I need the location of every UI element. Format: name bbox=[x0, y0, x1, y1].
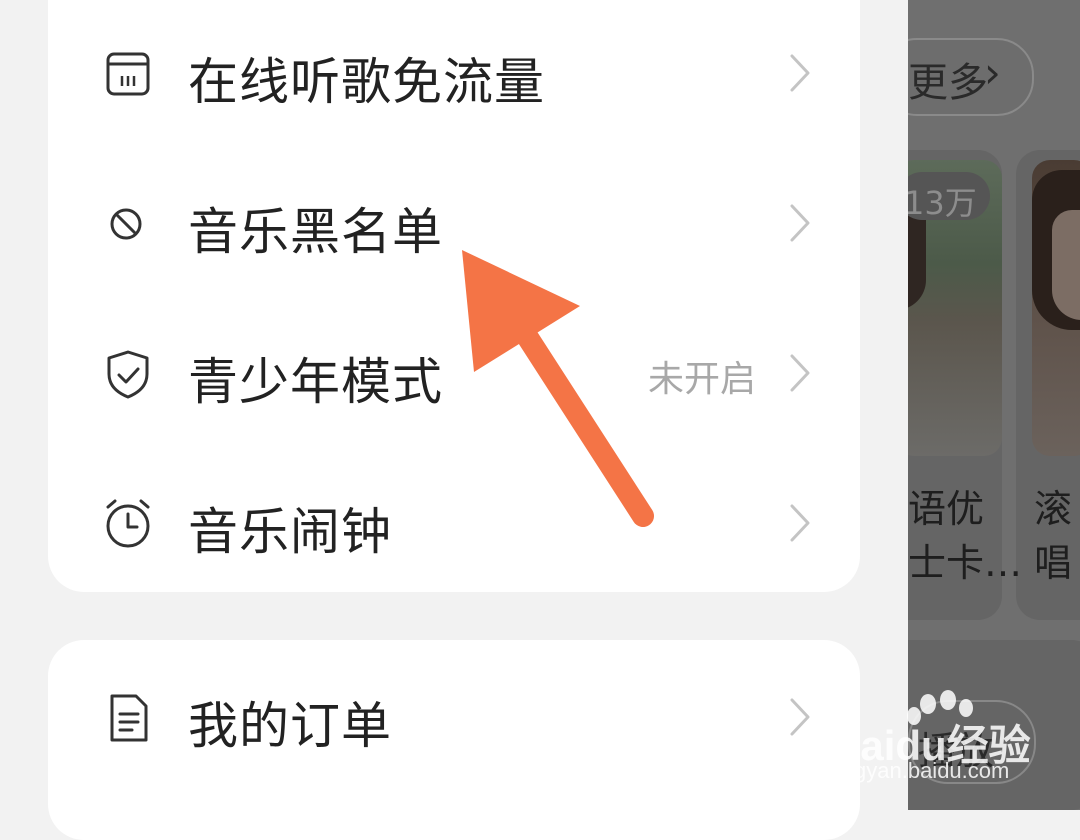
play-count: 13万 bbox=[904, 184, 977, 222]
menu-item-teen-mode[interactable]: 青少年模式 未开启 bbox=[48, 300, 860, 450]
cover-detail bbox=[1052, 210, 1080, 320]
menu-item-label: 音乐黑名单 bbox=[188, 203, 443, 261]
chevron-right-icon bbox=[790, 354, 810, 392]
chevron-right-icon bbox=[790, 204, 810, 242]
chevron-right-icon bbox=[790, 698, 810, 736]
menu-item-blacklist[interactable]: 音乐黑名单 bbox=[48, 150, 860, 300]
menu-item-free-data[interactable]: 在线听歌免流量 bbox=[48, 0, 860, 150]
menu-item-label: 我的订单 bbox=[188, 697, 392, 755]
playlist-title: 语优 bbox=[908, 487, 985, 531]
chevron-right-icon: › bbox=[984, 48, 1001, 97]
chevron-right-icon bbox=[790, 504, 810, 542]
playlist-title: 唱 bbox=[1034, 541, 1073, 585]
block-icon bbox=[110, 208, 142, 240]
alarm-clock-icon bbox=[106, 499, 150, 548]
playlist-title: 滚 bbox=[1034, 487, 1073, 531]
menu-item-my-orders[interactable]: 我的订单 bbox=[48, 644, 860, 794]
watermark-url: jingyan.baidu.com bbox=[832, 758, 1010, 783]
menu-item-label: 音乐闹钟 bbox=[188, 503, 392, 561]
shield-check-icon bbox=[107, 350, 149, 399]
sim-card-icon bbox=[106, 52, 150, 96]
menu-item-label: 在线听歌免流量 bbox=[188, 53, 545, 111]
playlist-title: 士卡… bbox=[908, 541, 1023, 585]
menu-item-label: 青少年模式 bbox=[188, 353, 443, 411]
more-label: 更多 bbox=[908, 60, 988, 106]
document-icon bbox=[110, 694, 148, 742]
teen-mode-status: 未开启 bbox=[648, 359, 757, 400]
menu-item-alarm[interactable]: 音乐闹钟 bbox=[48, 450, 860, 600]
chevron-right-icon bbox=[790, 54, 810, 92]
drawer-gap bbox=[860, 0, 908, 810]
